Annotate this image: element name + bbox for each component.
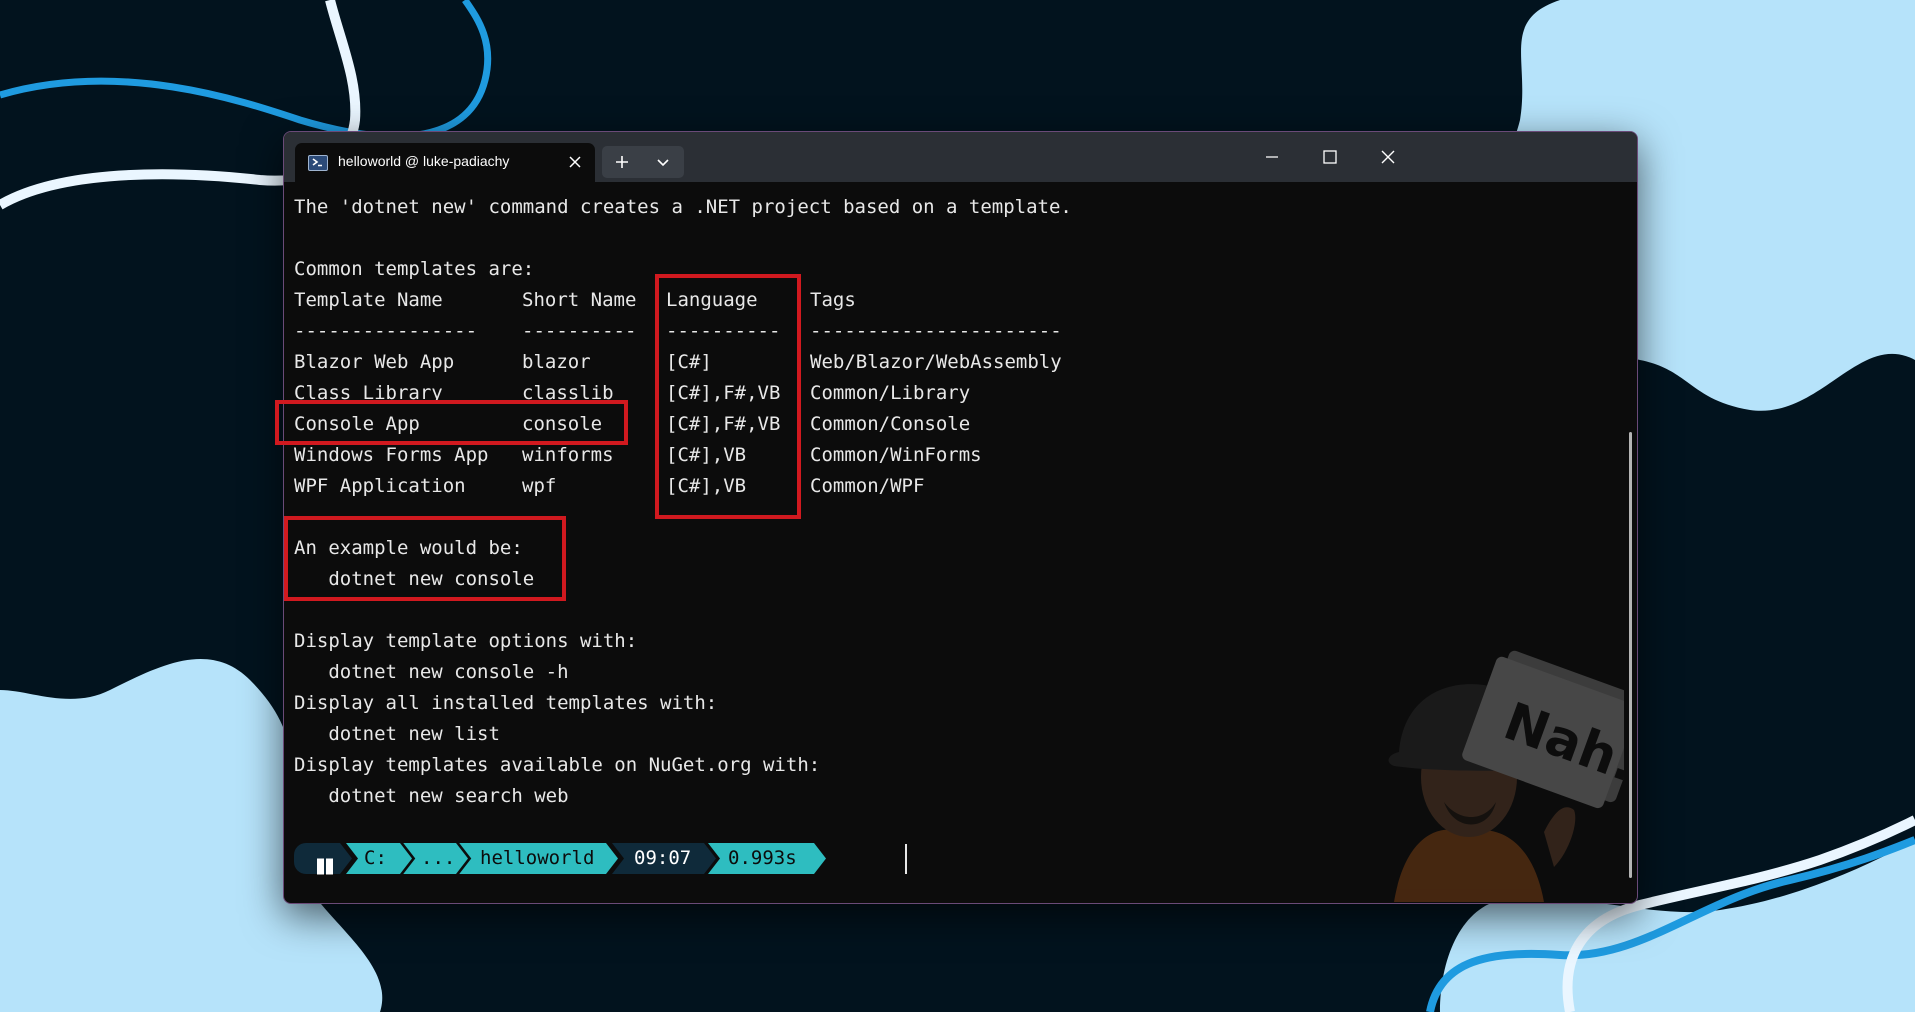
language-column-highlight (655, 274, 801, 519)
prompt-time: 09:07 (634, 847, 692, 869)
installed-label: Display all installed templates with: (294, 692, 718, 714)
nuget-command: dotnet new search web (294, 785, 569, 807)
intro-line: The 'dotnet new' command creates a .NET … (294, 196, 1072, 218)
short-name: wpf (522, 475, 557, 497)
options-command: dotnet new console -h (294, 661, 569, 683)
separator: ---------------------- (810, 320, 1062, 342)
console-app-row-highlight (275, 400, 628, 445)
example-highlight (284, 516, 566, 601)
tab-title: helloworld @ luke-padiachy (338, 153, 510, 169)
header-short-name: Short Name (522, 289, 637, 311)
options-label: Display template options with: (294, 630, 638, 652)
header-tags: Tags (810, 289, 856, 311)
header-template-name: Template Name (294, 289, 443, 311)
installed-command: dotnet new list (294, 723, 500, 745)
table-separator: ---------------- ---------- ---------- -… (294, 316, 1494, 347)
prompt-folder: helloworld (480, 847, 595, 869)
tags: Common/Library (810, 382, 971, 404)
minimize-icon[interactable] (1252, 142, 1292, 172)
tab-helloworld[interactable]: helloworld @ luke-padiachy (295, 143, 595, 182)
new-tab-button[interactable] (602, 146, 642, 178)
chevron-down-icon[interactable] (642, 146, 684, 178)
common-templates-label: Common templates are: (294, 258, 535, 280)
separator: ---------------- (294, 320, 478, 342)
close-icon[interactable] (1368, 142, 1408, 172)
new-tab-group (602, 146, 684, 178)
tags: Web/Blazor/WebAssembly (810, 351, 1062, 373)
avatar-sticker-image: Nah. (1388, 650, 1624, 902)
prompt-drive: C: (364, 847, 387, 869)
title-bar: helloworld @ luke-padiachy (284, 132, 1637, 182)
prompt-duration: 0.993s (728, 847, 797, 869)
template-name: Blazor Web App (294, 351, 455, 373)
text-cursor (905, 844, 907, 874)
template-name: WPF Application (294, 475, 466, 497)
table-row: WPF Application wpf [C#],VB Common/WPF (294, 471, 1494, 502)
powershell-icon (308, 155, 328, 171)
tags: Common/Console (810, 413, 971, 435)
separator: ---------- (522, 320, 637, 342)
tags: Common/WPF (810, 475, 925, 497)
maximize-icon[interactable] (1310, 142, 1350, 172)
table-header: Template Name Short Name Language Tags (294, 285, 1494, 316)
prompt-ellipsis: ... (421, 847, 456, 869)
shell-prompt: C: ... helloworld 09:07 0.993s (294, 843, 914, 875)
nuget-label: Display templates available on NuGet.org… (294, 754, 821, 776)
scrollbar[interactable] (1629, 432, 1632, 878)
short-name: blazor (522, 351, 591, 373)
tags: Common/WinForms (810, 444, 982, 466)
table-row: Blazor Web App blazor [C#] Web/Blazor/We… (294, 347, 1494, 378)
tab-close-icon[interactable] (567, 154, 583, 170)
windows-icon (317, 858, 333, 875)
